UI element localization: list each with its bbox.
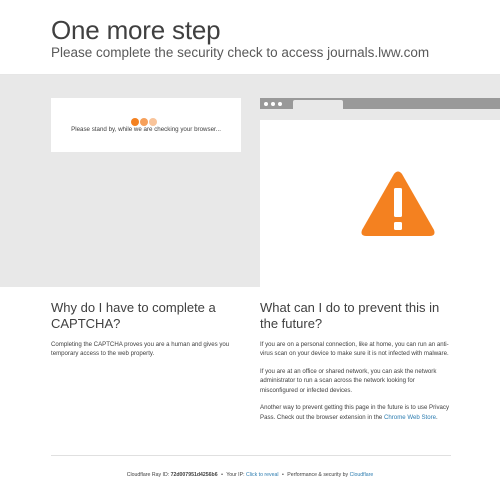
- browser-check-message: Please stand by, while we are checking y…: [71, 126, 221, 133]
- window-dot-icon: [278, 102, 282, 106]
- cloudflare-link[interactable]: Cloudflare: [350, 472, 374, 478]
- loading-dot: [131, 118, 139, 126]
- window-dot-icon: [271, 102, 275, 106]
- browser-toolbar: [260, 98, 500, 109]
- performance-label: Performance & security by: [287, 472, 349, 478]
- prevent-heading: What can I do to prevent this in the fut…: [260, 300, 440, 331]
- window-dot-icon: [264, 102, 268, 106]
- page-subtitle: Please complete the security check to ac…: [51, 45, 430, 60]
- ip-label: Your IP:: [226, 472, 245, 478]
- header: One more step Please complete the securi…: [0, 0, 500, 75]
- footer-separator: •: [282, 472, 284, 478]
- loading-dot: [140, 118, 148, 126]
- ray-id-value: 72d007951d4256b6: [170, 472, 218, 478]
- loading-dot: [149, 118, 157, 126]
- browser-illustration: [260, 98, 500, 288]
- sentence-end: .: [436, 413, 438, 421]
- browser-viewport: [260, 120, 500, 288]
- footer-divider: [51, 455, 451, 456]
- browser-tab: [293, 100, 343, 109]
- footer: Cloudflare Ray ID: 72d007951d4256b6 • Yo…: [0, 472, 500, 479]
- reveal-ip-link[interactable]: Click to reveal: [246, 472, 279, 478]
- browser-check-box: Please stand by, while we are checking y…: [51, 98, 241, 152]
- chrome-web-store-link[interactable]: Chrome Web Store: [384, 414, 436, 421]
- loading-dots-icon: [131, 113, 158, 126]
- warning-triangle-icon: [361, 171, 435, 236]
- why-text: Completing the CAPTCHA proves you are a …: [51, 341, 230, 358]
- page-title: One more step: [51, 15, 221, 45]
- why-heading: Why do I have to complete a CAPTCHA?: [51, 300, 216, 331]
- why-section: Why do I have to complete a CAPTCHA? Com…: [51, 300, 243, 359]
- prevent-office-text: If you are at an office or shared networ…: [260, 368, 437, 394]
- prevent-privacy-pass-text: Another way to prevent getting this page…: [260, 403, 452, 422]
- ray-id-label: Cloudflare Ray ID:: [126, 472, 170, 478]
- footer-separator: •: [221, 472, 223, 478]
- prevent-personal-text: If you are on a personal connection, lik…: [260, 341, 449, 358]
- prevent-section: What can I do to prevent this in the fut…: [260, 300, 452, 422]
